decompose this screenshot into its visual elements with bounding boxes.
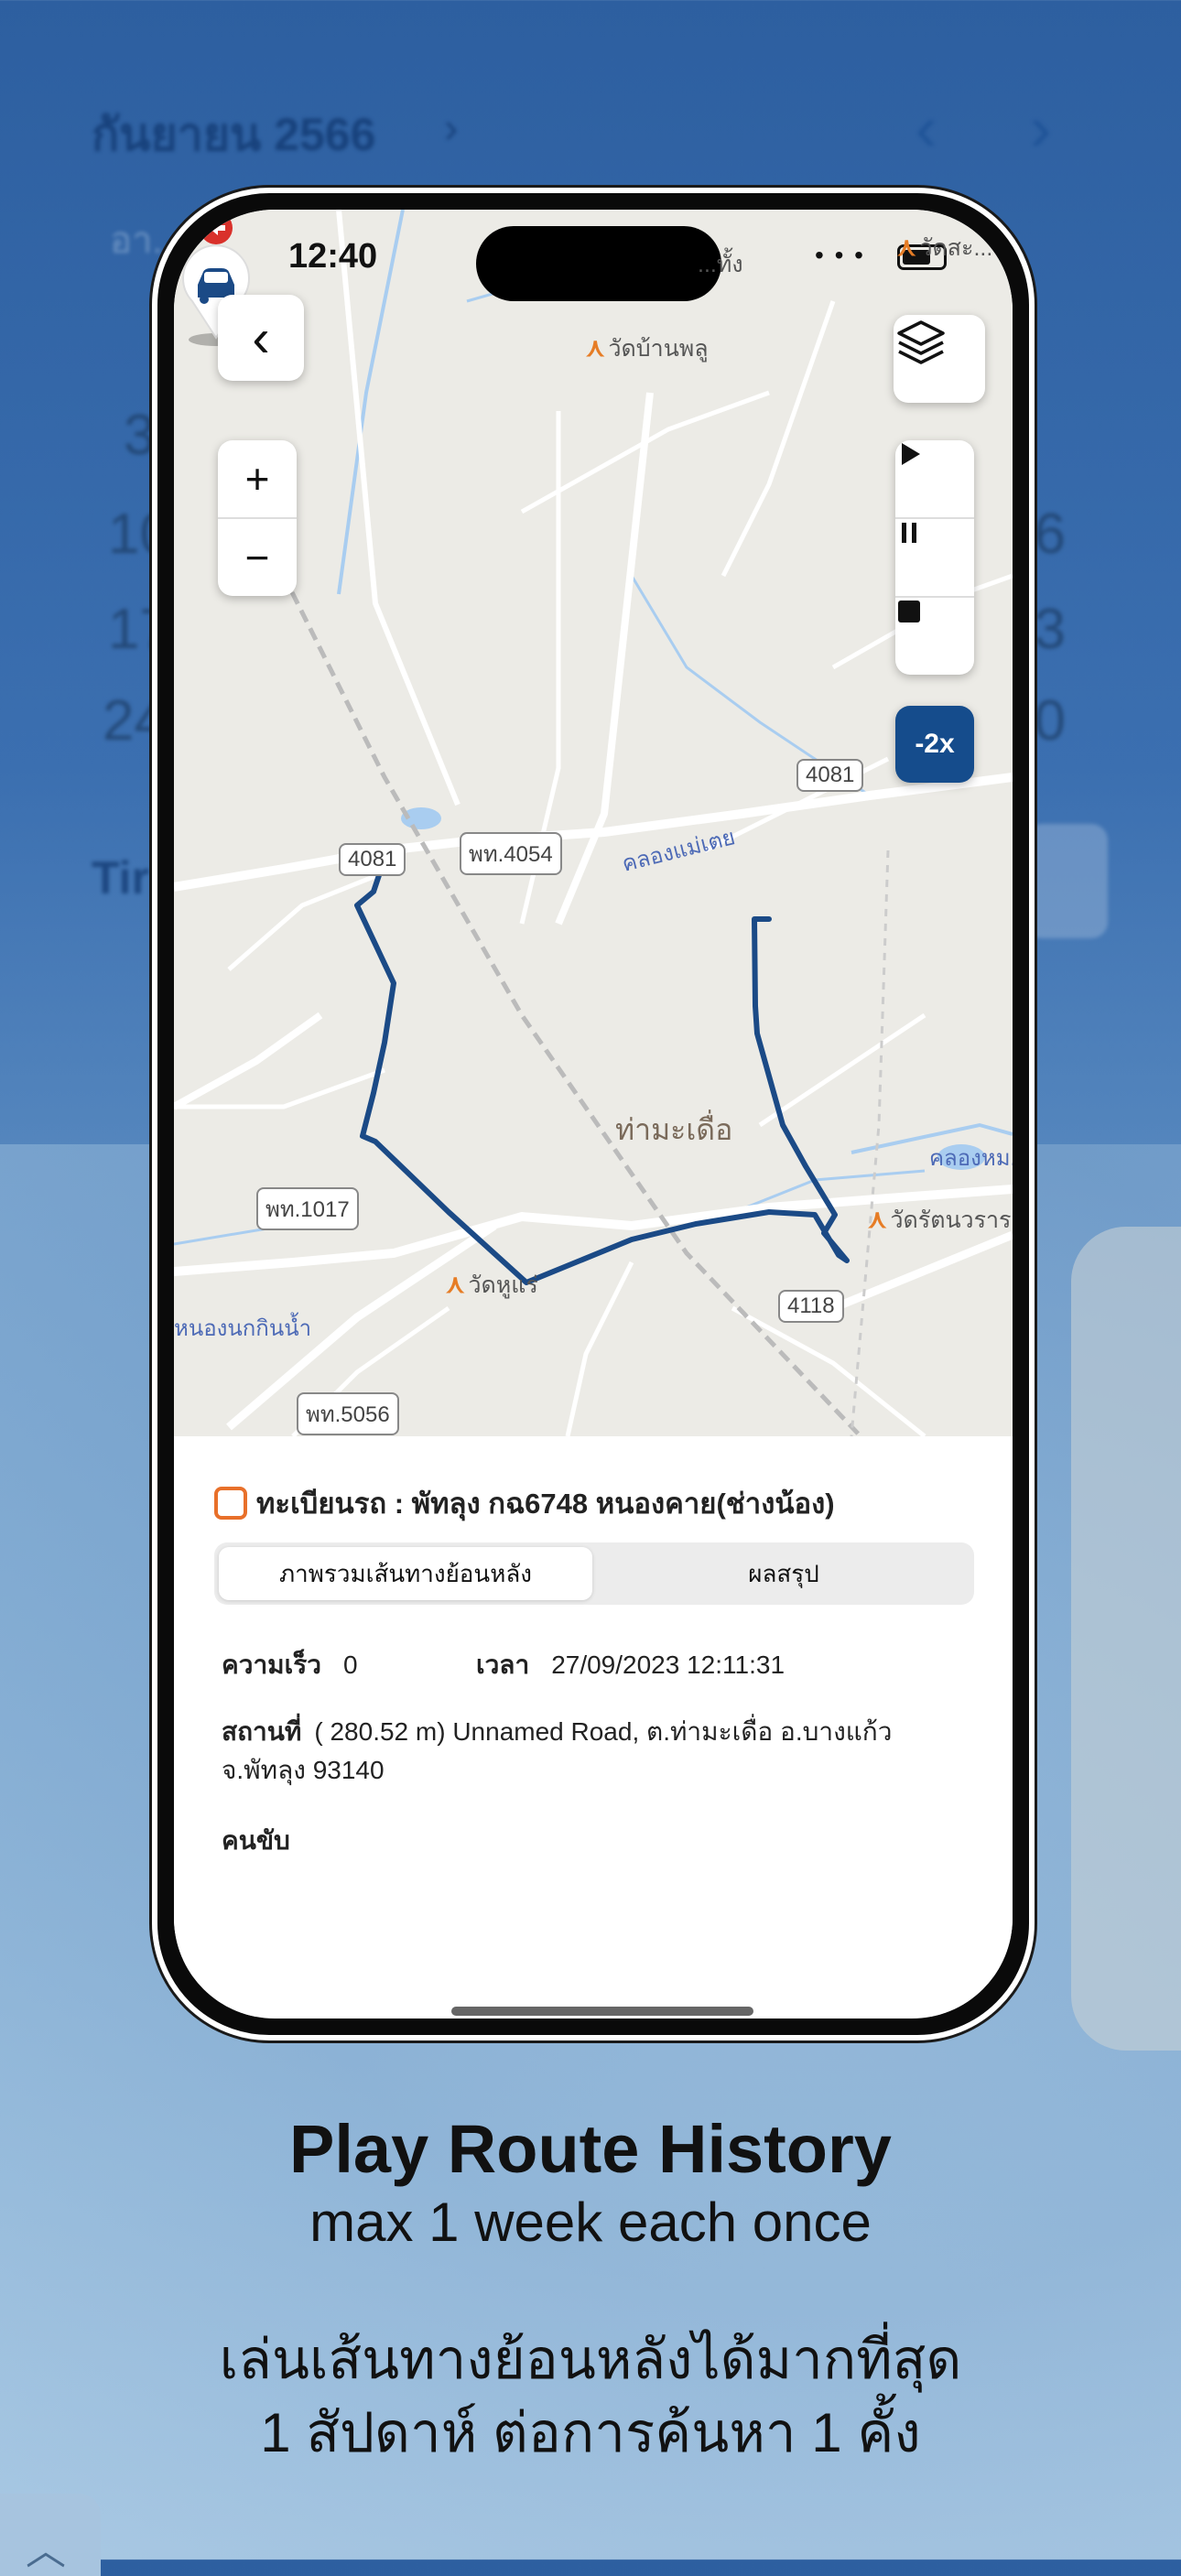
road-shield: พท.5056 [297,1392,399,1435]
road-shield: 4081 [796,759,864,792]
road-shield: พท.4054 [460,832,562,875]
bg-weekday-left: อา. [110,221,163,261]
speed-button[interactable]: -2x [895,706,974,783]
bg-chevron-right-icon: › [444,103,459,151]
bg-month-label: กันยายน 2566 [92,109,376,160]
water-label: คลองหม... [929,1146,1013,1171]
vehicle-info-panel: ทะเบียนรถ : พัทลุง กฉ6748 หนองคาย(ช่างน้… [174,1436,1013,2017]
pause-icon [902,523,916,543]
vehicle-checkbox[interactable] [214,1487,247,1520]
phone-frame: 12:40 • • • ...ทั้ง ⋏ วัดสะ... ⋏ วัดบ้านพล… [152,188,1035,2040]
water-label: หนองนกกินน้ำ [174,1316,312,1341]
bg-prev-icon: ‹ [916,92,937,164]
road-shield: 4081 [339,843,406,876]
tab-route-overview[interactable]: ภาพรวมเส้นทางย้อนหลัง [219,1547,592,1600]
map-layers-button[interactable] [894,315,985,403]
zoom-control: + − [218,440,297,596]
temple-name: วัดหูแร่ [468,1272,538,1298]
stop-icon [898,601,920,622]
temple-label: ⋏ วัดบ้านพลู [586,330,709,367]
caption-subtitle: max 1 week each once [309,2192,872,2253]
phone-screen: 12:40 • • • ...ทั้ง ⋏ วัดสะ... ⋏ วัดบ้านพล… [174,210,1013,2019]
temple-name: วัดบ้านพลู [608,336,709,362]
time-value: 27/09/2023 12:11:31 [551,1651,786,1679]
temple-label: ⋏ วัดหูแร่ [446,1267,538,1304]
dynamic-island [476,226,721,301]
district-label: ท่ามะเดื่อ [615,1113,733,1146]
temple-name: วัดสะ... [919,235,993,261]
location-value: ( 280.52 m) Unnamed Road, ต.ท่ามะเดื่อ อ… [222,1717,893,1784]
time-info: เวลา 27/09/2023 12:11:31 [476,1645,785,1685]
temple-icon: ⋏ [897,233,916,261]
temple-label: ⋏ วัดสะ... [897,230,992,266]
stop-button[interactable] [895,598,974,675]
caption-thai-line2: 1 สัปดาห์ ต่อการค้นหา 1 คั้ง [260,2402,921,2463]
temple-label: ⋏วัดรัตนวราราม [868,1202,1013,1239]
temple-icon: ⋏ [446,1270,465,1298]
tab-summary[interactable]: ผลสรุป [597,1547,970,1600]
location-label: สถานที่ [222,1717,302,1746]
back-button[interactable]: ‹ [218,295,304,381]
bg-day-number: 3 [124,404,156,467]
route-map[interactable]: 12:40 • • • ...ทั้ง ⋏ วัดสะ... ⋏ วัดบ้านพล… [174,210,1013,1436]
map-label: ...ทั้ง [698,252,743,277]
temple-icon: ⋏ [586,333,605,362]
temple-icon: ⋏ [868,1205,887,1233]
speed-label: ความเร็ว [222,1651,321,1679]
road-shield: พท.1017 [256,1187,359,1230]
status-dots: • • • [815,241,865,269]
chevron-up-icon: ︿ [26,2528,66,2573]
tab-switch: ภาพรวมเส้นทางย้อนหลัง ผลสรุป [214,1542,974,1605]
location-info: สถานที่( 280.52 m) Unnamed Road, ต.ท่ามะ… [222,1713,954,1790]
zoom-out-button[interactable]: − [218,519,297,596]
vehicle-title: ทะเบียนรถ : พัทลุง กฉ6748 หนองคาย(ช่างน้… [256,1488,835,1520]
vehicle-row[interactable]: ทะเบียนรถ : พัทลุง กฉ6748 หนองคาย(ช่างน้… [214,1480,835,1526]
bg-card [1025,824,1108,938]
home-indicator [451,2007,753,2016]
layers-icon [897,320,945,364]
speed-value: 0 [342,1651,358,1679]
pause-button[interactable] [895,519,974,598]
play-button[interactable] [895,440,974,519]
time-label: เวลา [476,1651,530,1679]
bg-next-icon: › [1030,92,1052,164]
road-shield: 4118 [778,1290,844,1323]
bg-section-label: Tir [92,852,149,904]
driver-label: คนขับ [222,1826,290,1855]
caption-title: Play Route History [289,2111,892,2187]
background-map-land [1071,1227,1181,2051]
zoom-in-button[interactable]: + [218,440,297,519]
temple-name: วัดรัตนวราราม [890,1207,1013,1233]
play-icon [902,443,920,465]
playback-controls [895,440,974,675]
status-time: 12:40 [288,237,378,276]
speed-info: ความเร็ว 0 [222,1645,358,1685]
map-roads-svg [174,210,1013,1436]
driver-info: คนขับ [222,1821,312,1861]
